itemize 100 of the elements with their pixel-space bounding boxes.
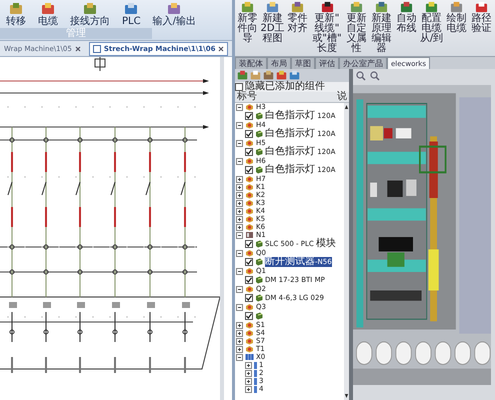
part-icon (255, 112, 263, 120)
checkbox[interactable] (245, 112, 253, 120)
tool-icon (167, 2, 182, 16)
collapse-icon[interactable] (236, 140, 243, 146)
expand-icon[interactable] (245, 370, 252, 376)
component-icon (245, 285, 254, 293)
ribbon-button[interactable]: 输入/输出 (150, 2, 198, 27)
expand-icon[interactable] (236, 208, 243, 214)
component-icon (245, 103, 254, 111)
part-icon (255, 258, 263, 266)
tab[interactable]: 草图 (291, 57, 315, 69)
collapse-icon[interactable] (236, 104, 243, 110)
collapse-icon[interactable] (236, 354, 243, 360)
part-icon (255, 166, 263, 174)
tab[interactable]: 评估 (315, 57, 339, 69)
expand-icon[interactable] (236, 338, 243, 344)
checkbox[interactable] (245, 130, 253, 138)
collapse-icon[interactable] (236, 122, 243, 128)
ribbon-button[interactable]: 新建原理编辑器 (369, 0, 394, 54)
ribbon-button[interactable]: 配置电缆从/到 (419, 0, 444, 44)
expand-icon[interactable] (236, 184, 243, 190)
tool-icon (124, 2, 138, 16)
checkbox[interactable] (245, 258, 253, 266)
component-icon (245, 303, 254, 311)
collapse-icon[interactable] (236, 286, 243, 292)
part-icon (255, 148, 263, 156)
tool-icon (241, 1, 254, 14)
component-icon (245, 157, 254, 165)
ribbon-button[interactable]: 绘制电缆 (444, 0, 469, 34)
collapse-icon[interactable] (236, 304, 243, 310)
ribbon-button[interactable]: 电缆 (36, 2, 60, 27)
expand-icon[interactable] (236, 322, 243, 328)
tool-icon (266, 1, 279, 14)
part-icon (255, 276, 263, 284)
component-icon (245, 249, 254, 257)
part-icon (255, 312, 263, 320)
ribbon-button[interactable]: 更新自定义属性 (344, 0, 369, 54)
ribbon-button[interactable]: 自动布线 (394, 0, 419, 34)
checkbox[interactable] (245, 312, 253, 320)
panel-tab-icon (237, 70, 248, 81)
tool-icon (350, 1, 363, 14)
ribbon-button[interactable]: 零件对齐 (285, 0, 310, 34)
column-header[interactable]: 说 (335, 92, 349, 102)
tool-icon (9, 2, 23, 16)
tab[interactable]: 办公室产品 (339, 57, 387, 69)
part-icon (255, 130, 263, 138)
ribbon-button[interactable]: 新建2D工程图 (260, 0, 285, 44)
expand-icon[interactable] (236, 216, 243, 222)
checkbox-label: 隐藏已添加的组件 (245, 82, 325, 92)
ribbon-button[interactable]: 新零件向导 (235, 0, 260, 44)
panel-tab-icon (276, 70, 287, 81)
module-icon (245, 231, 254, 239)
ribbon-button[interactable]: PLC (120, 2, 143, 27)
expand-icon[interactable] (245, 378, 252, 384)
checkbox[interactable] (245, 166, 253, 174)
checkbox[interactable] (245, 240, 253, 248)
tab[interactable]: 布局 (267, 57, 291, 69)
ribbon-button[interactable]: 转移 (4, 2, 28, 27)
collapse-icon[interactable] (236, 232, 243, 238)
tool-icon (291, 1, 304, 14)
tool-icon (475, 1, 488, 14)
checkbox[interactable] (235, 83, 243, 91)
expand-icon[interactable] (236, 176, 243, 182)
column-header[interactable]: 标号 (235, 92, 259, 102)
expand-icon[interactable] (236, 346, 243, 352)
checkbox[interactable] (245, 148, 253, 156)
document-icon (92, 44, 101, 52)
component-icon (245, 139, 254, 147)
component-icon (245, 121, 254, 129)
tool-icon (400, 1, 413, 14)
terminal-icon (245, 353, 254, 361)
tool-icon (320, 1, 334, 14)
checkbox[interactable] (245, 276, 253, 284)
collapse-icon[interactable] (236, 158, 243, 164)
magnifier-icon[interactable] (370, 71, 380, 81)
expand-icon[interactable] (236, 192, 243, 198)
checkbox[interactable] (245, 294, 253, 302)
close-icon[interactable] (74, 46, 81, 52)
tool-icon (83, 2, 97, 16)
collapse-icon[interactable] (236, 268, 243, 274)
component-icon (245, 267, 254, 275)
part-icon (255, 240, 263, 248)
tool-icon (425, 1, 438, 14)
expand-icon[interactable] (236, 330, 243, 336)
expand-icon[interactable] (236, 200, 243, 206)
expand-icon[interactable] (245, 386, 252, 392)
expand-icon[interactable] (236, 224, 243, 230)
panel-tab-icon (289, 70, 300, 81)
close-icon[interactable] (218, 46, 224, 52)
ribbon-button[interactable]: 路径验证 (469, 0, 494, 34)
tab[interactable]: 装配体 (235, 57, 267, 69)
tool-icon (375, 1, 388, 14)
ribbon-group-label: 管理 (0, 28, 152, 39)
expand-icon[interactable] (245, 362, 252, 368)
tool-icon (450, 1, 463, 14)
magnifier-icon[interactable] (356, 71, 366, 81)
collapse-icon[interactable] (236, 250, 243, 256)
part-icon (255, 294, 263, 302)
ribbon-button[interactable]: 更新"线缆"或"槽"长度 (310, 0, 344, 54)
ribbon-button[interactable]: 接线方向 (68, 2, 112, 27)
